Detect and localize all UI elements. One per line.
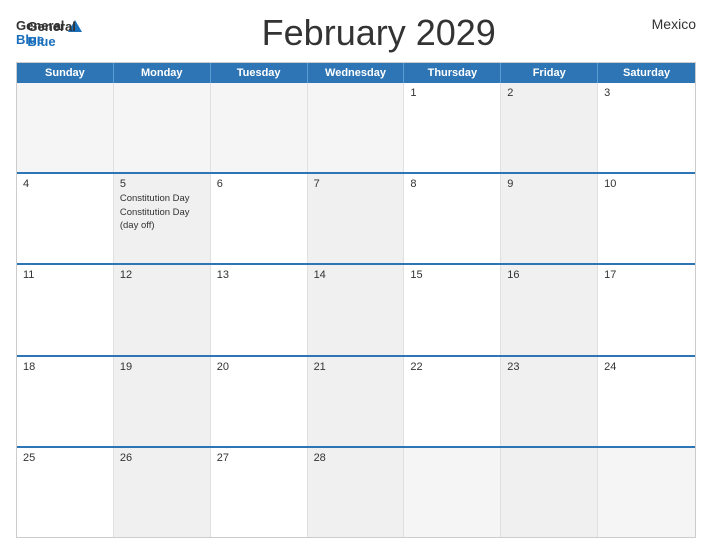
country-label: Mexico xyxy=(652,12,696,32)
day-cell-27: 27 xyxy=(211,448,308,537)
day-cell-7: 7 xyxy=(308,174,405,263)
day-cell-25: 25 xyxy=(17,448,114,537)
day-cell-22: 22 xyxy=(404,357,501,446)
day-cell xyxy=(404,448,501,537)
calendar-weeks: 1 2 3 4 5 Constitution DayConstitution D… xyxy=(17,83,695,537)
day-cell-2: 2 xyxy=(501,83,598,172)
day-cell-23: 23 xyxy=(501,357,598,446)
day-cell-4: 4 xyxy=(17,174,114,263)
header-wednesday: Wednesday xyxy=(308,63,405,83)
day-cell-20: 20 xyxy=(211,357,308,446)
day-cell-15: 15 xyxy=(404,265,501,354)
day-cell-19: 19 xyxy=(114,357,211,446)
header-saturday: Saturday xyxy=(598,63,695,83)
week-row-5: 25 26 27 28 xyxy=(17,446,695,537)
header-monday: Monday xyxy=(114,63,211,83)
day-cell-24: 24 xyxy=(598,357,695,446)
header: General Blue General Blue February 2029 … xyxy=(16,12,696,54)
week-row-2: 4 5 Constitution DayConstitution Day(day… xyxy=(17,172,695,263)
logo-text-line2: Blue xyxy=(27,34,55,49)
day-cell-12: 12 xyxy=(114,265,211,354)
day-cell xyxy=(501,448,598,537)
calendar: Sunday Monday Tuesday Wednesday Thursday… xyxy=(16,62,696,538)
week-row-4: 18 19 20 21 22 23 24 xyxy=(17,355,695,446)
day-cell-28: 28 xyxy=(308,448,405,537)
day-cell-6: 6 xyxy=(211,174,308,263)
event-constitution-day: Constitution DayConstitution Day(day off… xyxy=(120,193,190,231)
day-cell-10: 10 xyxy=(598,174,695,263)
header-tuesday: Tuesday xyxy=(211,63,308,83)
week-row-3: 11 12 13 14 15 16 17 xyxy=(17,263,695,354)
day-cell-1: 1 xyxy=(404,83,501,172)
day-headers-row: Sunday Monday Tuesday Wednesday Thursday… xyxy=(17,63,695,83)
day-cell xyxy=(308,83,405,172)
day-cell-17: 17 xyxy=(598,265,695,354)
day-cell xyxy=(211,83,308,172)
day-cell-3: 3 xyxy=(598,83,695,172)
day-cell-21: 21 xyxy=(308,357,405,446)
header-friday: Friday xyxy=(501,63,598,83)
page: General Blue General Blue February 2029 … xyxy=(0,0,712,550)
logo-text-line1: General xyxy=(27,19,75,34)
day-cell xyxy=(17,83,114,172)
day-cell-8: 8 xyxy=(404,174,501,263)
day-cell-13: 13 xyxy=(211,265,308,354)
week-row-1: 1 2 3 xyxy=(17,83,695,172)
day-cell xyxy=(598,448,695,537)
day-cell-14: 14 xyxy=(308,265,405,354)
day-cell-11: 11 xyxy=(17,265,114,354)
calendar-title: February 2029 xyxy=(106,12,652,54)
day-cell xyxy=(114,83,211,172)
day-cell-18: 18 xyxy=(17,357,114,446)
day-cell-26: 26 xyxy=(114,448,211,537)
day-cell-5: 5 Constitution DayConstitution Day(day o… xyxy=(114,174,211,263)
header-thursday: Thursday xyxy=(404,63,501,83)
header-sunday: Sunday xyxy=(17,63,114,83)
day-cell-16: 16 xyxy=(501,265,598,354)
day-cell-9: 9 xyxy=(501,174,598,263)
